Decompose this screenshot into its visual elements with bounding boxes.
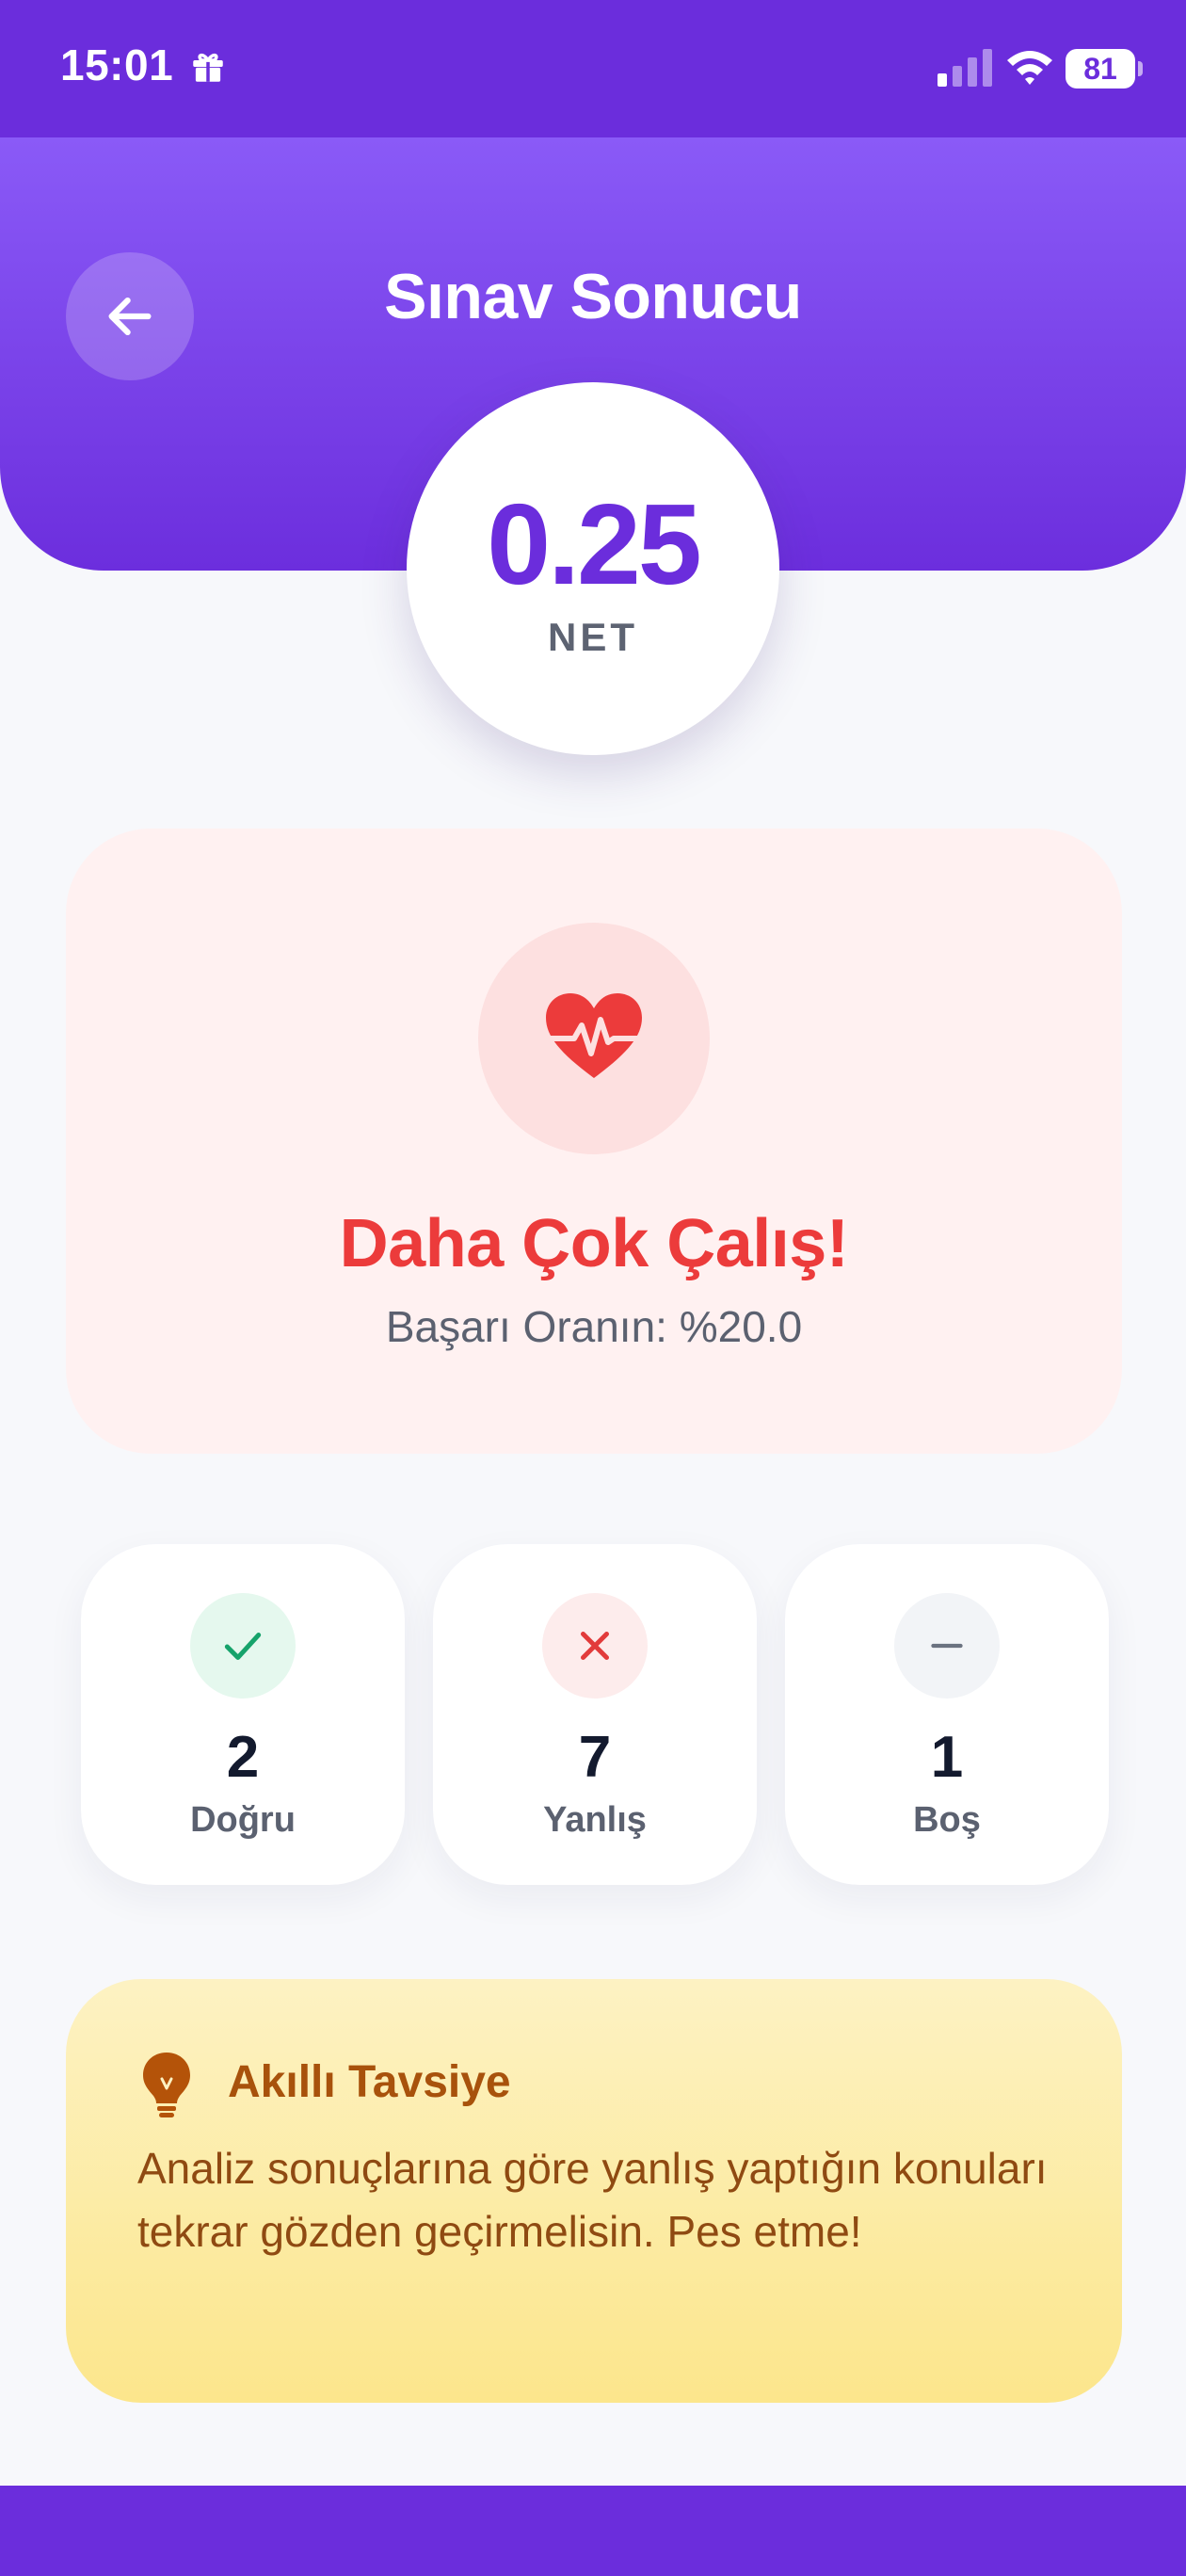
empty-label: Boş: [913, 1800, 981, 1840]
advice-text: Analiz sonuçlarına göre yanlış yaptığın …: [137, 2144, 1048, 2256]
empty-count: 1: [930, 1725, 964, 1790]
signal-icon: [938, 49, 992, 87]
battery-icon: 81: [1066, 49, 1143, 89]
correct-label: Doğru: [190, 1800, 296, 1840]
page-title: Sınav Sonucu: [384, 261, 802, 332]
result-title: Daha Çok Çalış!: [339, 1206, 849, 1281]
result-icon-wrap: [478, 923, 710, 1154]
net-label: NET: [548, 615, 638, 659]
wrong-label: Yanlış: [543, 1800, 647, 1840]
advice-title: Akıllı Tavsiye: [228, 2057, 511, 2107]
advice-card: Akıllı Tavsiye Analiz sonuçlarına göre y…: [66, 1979, 1122, 2403]
stat-card-correct: 2 Doğru: [81, 1544, 405, 1885]
dash-icon: [931, 1643, 963, 1649]
net-value: 0.25: [487, 480, 701, 608]
check-icon: [224, 1633, 262, 1660]
wifi-icon: [1007, 51, 1052, 85]
result-card: Daha Çok Çalış! Başarı Oranın: %20.0: [66, 829, 1122, 1454]
correct-count: 2: [226, 1725, 260, 1790]
gift-icon: [193, 54, 223, 82]
bottom-bar: [0, 2486, 1186, 2576]
status-bar: 15:01 81: [0, 0, 1186, 137]
lightbulb-icon: [143, 2053, 190, 2117]
heart-pulse-icon: [542, 993, 646, 1078]
cross-icon: [581, 1632, 609, 1660]
success-rate: Başarı Oranın: %20.0: [385, 1302, 803, 1351]
stat-icon-wrap: [542, 1593, 648, 1699]
stat-card-wrong: 7 Yanlış: [433, 1544, 757, 1885]
stat-icon-wrap: [190, 1593, 296, 1699]
battery-level: 81: [1083, 52, 1117, 86]
net-score-circle: 0.25 NET: [407, 382, 779, 755]
status-time: 15:01: [60, 40, 174, 89]
stat-card-empty: 1 Boş: [785, 1544, 1109, 1885]
stat-icon-wrap: [894, 1593, 1000, 1699]
wrong-count: 7: [578, 1725, 612, 1790]
